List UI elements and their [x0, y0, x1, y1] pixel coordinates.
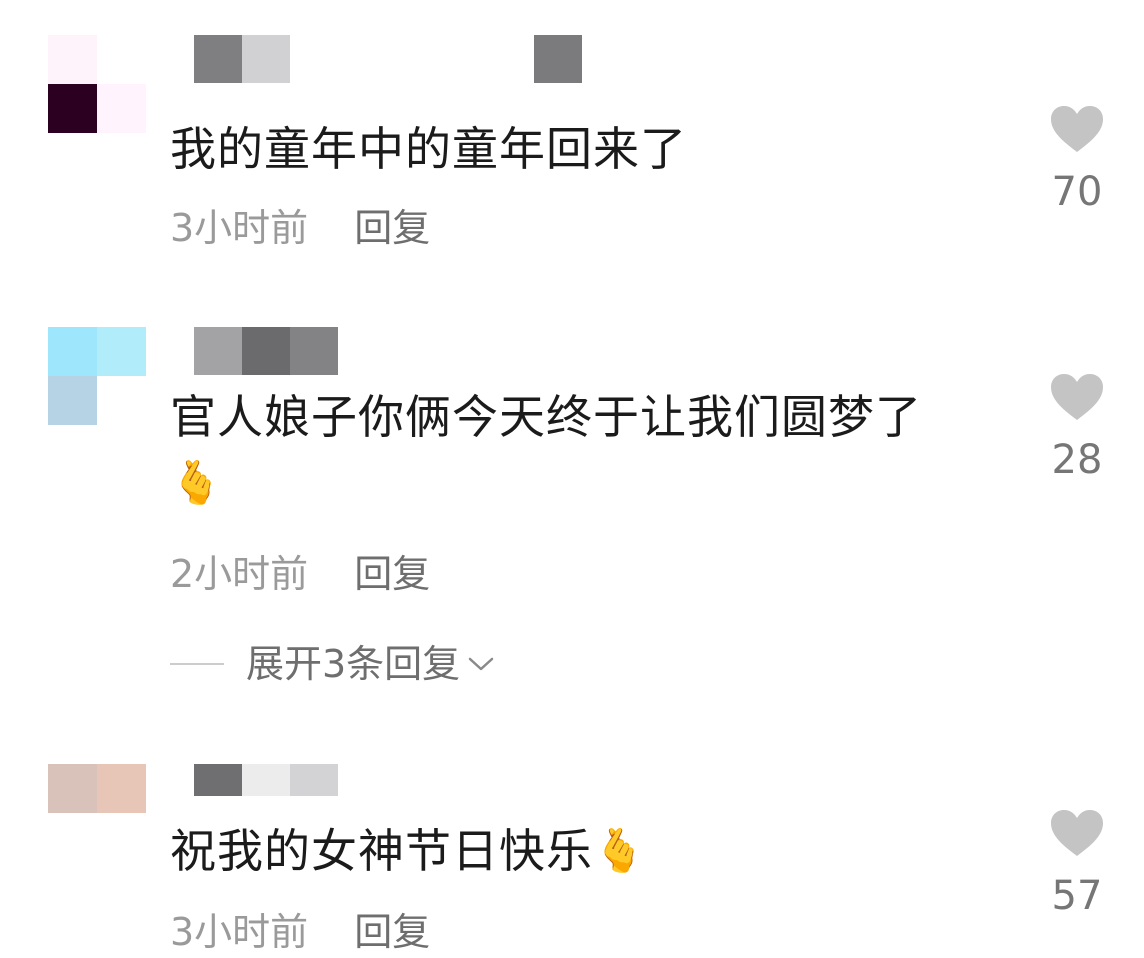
like-count: 70: [1051, 169, 1103, 215]
finger-heart-emoji: 🫰: [170, 458, 224, 507]
redaction-block: [194, 764, 242, 796]
username-redacted[interactable]: [170, 327, 640, 375]
avatar[interactable]: [48, 764, 146, 862]
avatar-pixel: [48, 327, 97, 376]
avatar-pixel: [97, 35, 146, 84]
redaction-block: [242, 327, 290, 375]
redaction-block: [290, 327, 338, 375]
avatar-pixel: [97, 376, 146, 425]
avatar-pixel: [97, 764, 146, 813]
expand-replies-label: 展开3条回复: [246, 642, 461, 686]
comment-text-content: 我的童年中的童年回来了: [170, 122, 687, 176]
avatar-pixel: [48, 84, 97, 133]
like-button[interactable]: 57: [1040, 808, 1114, 920]
username-redacted[interactable]: [170, 764, 640, 812]
avatar-pixel: [97, 813, 146, 862]
heart-icon[interactable]: [1049, 104, 1105, 154]
heart-icon[interactable]: [1049, 808, 1105, 858]
like-count: 57: [1051, 873, 1103, 919]
redaction-block: [534, 35, 582, 83]
avatar-pixel: [48, 35, 97, 84]
reply-button[interactable]: 回复: [354, 206, 430, 250]
finger-heart-emoji: 🫰: [593, 826, 647, 875]
comment-text: 我的童年中的童年回来了: [170, 116, 1020, 182]
redaction-block: [242, 35, 290, 83]
avatar[interactable]: [48, 327, 146, 425]
redaction-block: [194, 327, 242, 375]
expand-replies-button[interactable]: 展开3条回复: [170, 640, 496, 688]
like-count: 28: [1051, 437, 1103, 483]
comment-meta: 3小时前 回复: [170, 908, 430, 956]
reply-button[interactable]: 回复: [354, 552, 430, 596]
like-button[interactable]: 70: [1040, 104, 1114, 216]
timestamp: 3小时前: [170, 910, 309, 954]
avatar-pixel: [48, 813, 97, 862]
avatar-pixel: [97, 84, 146, 133]
reply-button[interactable]: 回复: [354, 910, 430, 954]
comment-text-content: 官人娘子你俩今天终于让我们圆梦了: [170, 390, 922, 444]
avatar[interactable]: [48, 35, 146, 133]
redaction-block: [194, 35, 242, 83]
username-redacted[interactable]: [170, 35, 640, 83]
heart-icon[interactable]: [1049, 372, 1105, 422]
timestamp: 3小时前: [170, 206, 309, 250]
comment-meta: 3小时前 回复: [170, 204, 430, 252]
like-button[interactable]: 28: [1040, 372, 1114, 484]
comment-text: 祝我的女神节日快乐🫰: [170, 818, 1020, 884]
redaction-block: [290, 764, 338, 796]
comment-text: 官人娘子你俩今天终于让我们圆梦了 🫰: [170, 384, 1020, 516]
timestamp: 2小时前: [170, 552, 309, 596]
redaction-block: [242, 764, 290, 796]
divider-dash: [170, 663, 224, 665]
avatar-pixel: [48, 376, 97, 425]
avatar-pixel: [48, 764, 97, 813]
comment-text-content: 祝我的女神节日快乐: [170, 824, 593, 878]
chevron-down-icon: [468, 657, 494, 671]
avatar-pixel: [97, 327, 146, 376]
comment-meta: 2小时前 回复: [170, 550, 430, 598]
